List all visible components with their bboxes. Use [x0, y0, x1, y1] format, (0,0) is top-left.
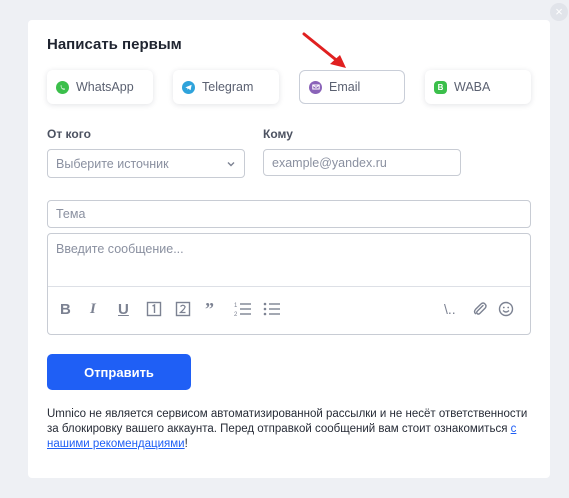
svg-text:2: 2 — [234, 312, 238, 317]
to-label: Кому — [263, 127, 293, 141]
heading-2-icon[interactable] — [175, 300, 191, 318]
channel-telegram[interactable]: Telegram — [173, 70, 279, 104]
subject-placeholder: Тема — [56, 207, 86, 221]
underline-icon[interactable]: U — [118, 300, 129, 318]
recipient-email-input[interactable]: example@yandex.ru — [263, 149, 461, 176]
variable-icon[interactable]: \.. — [444, 300, 456, 318]
channel-label: WABA — [454, 80, 491, 94]
whatsapp-icon — [56, 80, 69, 94]
subject-input[interactable]: Тема — [47, 200, 531, 228]
recipient-placeholder: example@yandex.ru — [272, 155, 387, 170]
quote-icon[interactable]: ” — [205, 299, 214, 319]
waba-icon: B — [434, 80, 447, 94]
email-icon — [309, 80, 322, 94]
bullet-list-icon[interactable] — [263, 300, 281, 318]
send-button[interactable]: Отправить — [47, 354, 191, 390]
channel-label: Telegram — [202, 80, 254, 94]
heading-1-icon[interactable] — [146, 300, 162, 318]
toolbar-divider — [48, 286, 530, 287]
source-select[interactable]: Выберите источник — [47, 149, 245, 178]
channel-label: WhatsApp — [76, 80, 134, 94]
ordered-list-icon[interactable]: 12 — [234, 300, 252, 318]
telegram-icon — [182, 80, 195, 94]
bold-icon[interactable]: B — [60, 300, 71, 318]
channel-email[interactable]: Email — [299, 70, 405, 104]
emoji-icon[interactable] — [498, 300, 514, 318]
modal-title: Написать первым — [47, 36, 182, 53]
message-editor[interactable]: Введите сообщение... B I U ” 12 \.. — [47, 233, 531, 335]
channel-waba[interactable]: B WABA — [425, 70, 531, 104]
attach-icon[interactable] — [472, 300, 488, 318]
channel-whatsapp[interactable]: WhatsApp — [47, 70, 153, 104]
source-select-value: Выберите источник — [56, 156, 169, 171]
from-label: От кого — [47, 127, 91, 141]
red-arrow-icon — [302, 32, 346, 68]
italic-icon[interactable]: I — [90, 300, 96, 318]
svg-text:1: 1 — [234, 303, 238, 309]
chevron-down-icon — [227, 162, 235, 167]
close-icon: × — [555, 4, 563, 19]
close-button[interactable]: × — [550, 3, 568, 21]
channel-label: Email — [329, 80, 361, 94]
message-placeholder: Введите сообщение... — [56, 242, 184, 256]
compose-modal: Написать первым WhatsApp Telegram Email … — [28, 20, 550, 478]
disclaimer-text: Umnico не является сервисом автоматизиро… — [47, 408, 528, 450]
